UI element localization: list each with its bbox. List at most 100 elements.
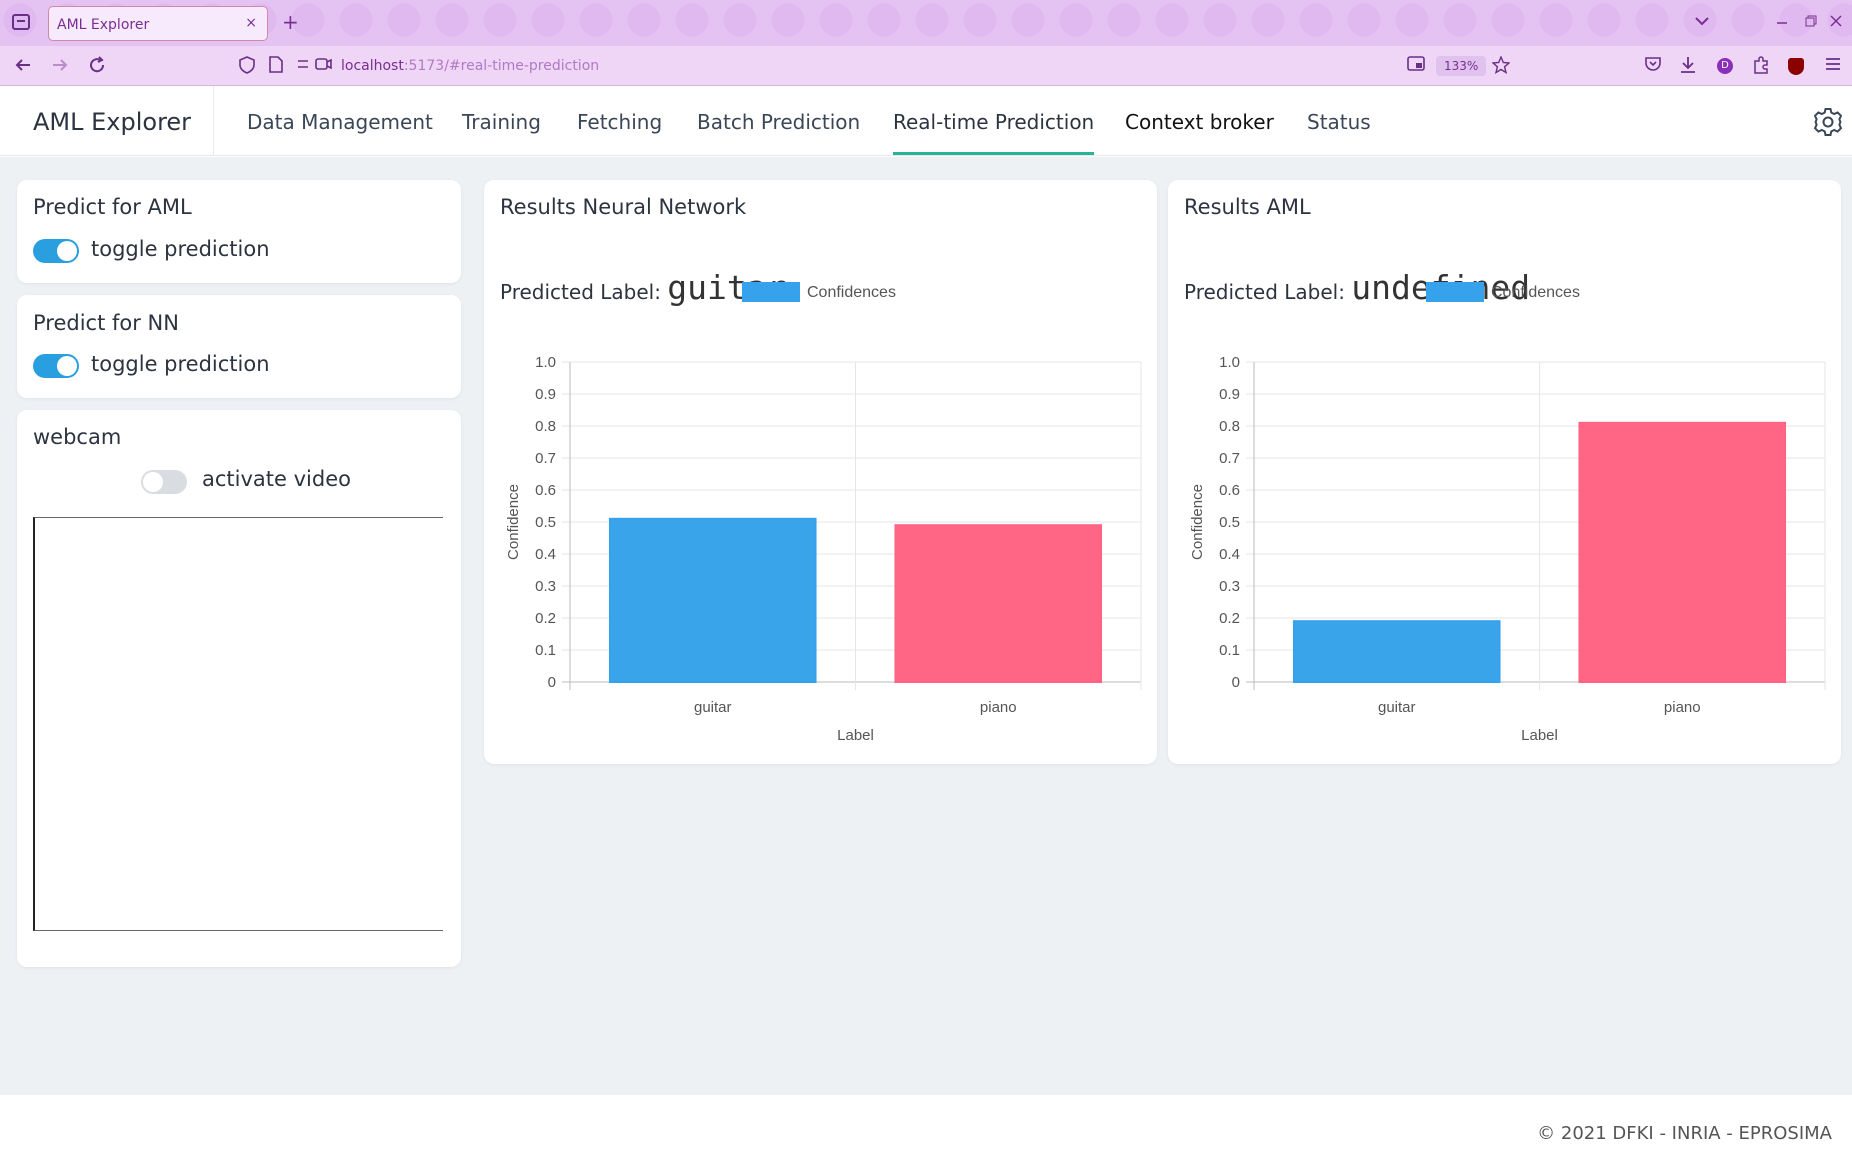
activate-video-toggle[interactable] bbox=[141, 470, 187, 494]
url-host: localhost bbox=[341, 58, 404, 74]
y-tick-label: 0.7 bbox=[535, 450, 556, 467]
y-tick-label: 0.1 bbox=[1219, 642, 1240, 659]
x-tick-label: piano bbox=[980, 699, 1017, 716]
y-tick-label: 0.3 bbox=[535, 578, 556, 595]
app-header: AML Explorer Data Management Training Fe… bbox=[0, 86, 1852, 156]
y-tick-label: 1.0 bbox=[1219, 354, 1240, 371]
forward-arrow-icon[interactable] bbox=[51, 56, 69, 79]
permissions-icon[interactable] bbox=[296, 56, 332, 77]
y-tick-label: 0.6 bbox=[1219, 482, 1240, 499]
x-tick-label: piano bbox=[1664, 699, 1701, 716]
activate-video-label: activate video bbox=[202, 467, 351, 491]
browser-navbar: localhost:5173/#real-time-prediction 133… bbox=[0, 46, 1852, 86]
x-axis-title: Label bbox=[1521, 727, 1558, 744]
y-axis-title: Confidence bbox=[505, 484, 522, 560]
url-path: :5173/#real-time-prediction bbox=[403, 58, 600, 74]
tracking-shield-icon[interactable] bbox=[239, 56, 255, 79]
nav-context-broker[interactable]: Context broker bbox=[1125, 110, 1274, 134]
back-arrow-icon[interactable] bbox=[14, 56, 32, 79]
results-aml-title: Results AML bbox=[1184, 195, 1311, 219]
y-tick-label: 0.4 bbox=[1219, 546, 1240, 563]
legend-swatch bbox=[742, 282, 800, 302]
page-info-icon[interactable] bbox=[269, 56, 283, 78]
main-content: Predict for AML toggle prediction Predic… bbox=[0, 157, 1852, 1095]
x-axis-title: Label bbox=[837, 727, 874, 744]
ublock-shield-icon[interactable] bbox=[1788, 58, 1804, 75]
webcam-video bbox=[33, 517, 443, 931]
bar-piano bbox=[894, 524, 1103, 684]
bookmark-star-icon[interactable] bbox=[1491, 55, 1511, 79]
close-window-icon[interactable] bbox=[1830, 12, 1842, 31]
legend-label: Confidences bbox=[807, 284, 896, 301]
predict-aml-card: Predict for AML toggle prediction bbox=[17, 180, 461, 283]
predict-aml-title: Predict for AML bbox=[33, 195, 192, 219]
nav-fetching[interactable]: Fetching bbox=[577, 110, 662, 134]
nav-real-time-prediction[interactable]: Real-time Prediction bbox=[893, 110, 1095, 155]
app-brand[interactable]: AML Explorer bbox=[33, 108, 191, 136]
minimize-icon[interactable] bbox=[1776, 12, 1788, 31]
downloads-icon[interactable] bbox=[1680, 56, 1696, 79]
y-tick-label: 0.5 bbox=[1219, 514, 1240, 531]
hamburger-menu-icon[interactable] bbox=[1825, 56, 1841, 76]
bar-guitar bbox=[608, 517, 817, 683]
y-tick-label: 0.5 bbox=[535, 514, 556, 531]
predict-nn-toggle-label: toggle prediction bbox=[91, 352, 270, 376]
webcam-title: webcam bbox=[33, 425, 122, 449]
tab-overflow-chevron-icon[interactable] bbox=[1694, 12, 1710, 31]
y-tick-label: 0.8 bbox=[535, 418, 556, 435]
y-tick-label: 0.3 bbox=[1219, 578, 1240, 595]
legend-label: Confidences bbox=[1491, 284, 1580, 301]
tab-list-icon[interactable] bbox=[12, 14, 30, 30]
nav-batch-prediction[interactable]: Batch Prediction bbox=[697, 110, 860, 134]
nav-data-management[interactable]: Data Management bbox=[247, 110, 433, 134]
restore-icon[interactable] bbox=[1805, 12, 1817, 31]
predict-aml-toggle[interactable] bbox=[33, 239, 79, 263]
predict-nn-title: Predict for NN bbox=[33, 311, 179, 335]
predict-nn-toggle[interactable] bbox=[33, 354, 79, 378]
browser-tab[interactable]: AML Explorer × bbox=[48, 6, 268, 41]
results-aml-card: Results AML Predicted Label: undefined C… bbox=[1168, 180, 1841, 764]
settings-gear-icon[interactable] bbox=[1812, 106, 1844, 142]
results-nn-title: Results Neural Network bbox=[500, 195, 747, 219]
y-tick-label: 0.9 bbox=[1219, 386, 1240, 403]
y-tick-label: 1.0 bbox=[535, 354, 556, 371]
pocket-icon[interactable] bbox=[1644, 56, 1662, 77]
browser-titlebar: AML Explorer × + bbox=[0, 0, 1852, 46]
y-tick-label: 0 bbox=[1232, 674, 1240, 691]
y-tick-label: 0.4 bbox=[535, 546, 556, 563]
bar-guitar bbox=[1292, 620, 1501, 684]
nav-status[interactable]: Status bbox=[1307, 110, 1371, 134]
nn-confidence-chart: Confidences 0 0.1 0.2 0.3 0.4 0.5 0.6 0.7 0.8 0.9 1… bbox=[505, 282, 1142, 744]
y-tick-label: 0.2 bbox=[535, 610, 556, 627]
bar-piano bbox=[1578, 421, 1787, 684]
profile-avatar-icon[interactable]: D bbox=[1717, 58, 1733, 74]
url-bar[interactable]: localhost:5173/#real-time-prediction bbox=[341, 58, 599, 74]
y-tick-label: 0.8 bbox=[1219, 418, 1240, 435]
y-tick-label: 0.6 bbox=[535, 482, 556, 499]
zoom-level[interactable]: 133% bbox=[1436, 56, 1487, 76]
nav-training[interactable]: Training bbox=[462, 110, 541, 134]
footer-copyright: © 2021 DFKI - INRIA - EPROSIMA bbox=[1537, 1123, 1832, 1144]
y-tick-label: 0 bbox=[548, 674, 556, 691]
page-footer: © 2021 DFKI - INRIA - EPROSIMA bbox=[0, 1095, 1852, 1169]
extensions-puzzle-icon[interactable] bbox=[1752, 56, 1770, 79]
webcam-card: webcam activate video bbox=[17, 410, 461, 967]
y-tick-label: 0.2 bbox=[1219, 610, 1240, 627]
results-nn-card: Results Neural Network Predicted Label: … bbox=[484, 180, 1157, 764]
close-tab-icon[interactable]: × bbox=[245, 15, 257, 31]
browser-tab-title: AML Explorer bbox=[57, 17, 150, 33]
predict-aml-toggle-label: toggle prediction bbox=[91, 237, 270, 261]
y-tick-label: 0.7 bbox=[1219, 450, 1240, 467]
y-tick-label: 0.9 bbox=[535, 386, 556, 403]
y-axis-title: Confidence bbox=[1189, 484, 1206, 560]
reload-icon[interactable] bbox=[88, 56, 106, 79]
picture-in-picture-icon[interactable] bbox=[1407, 56, 1425, 77]
x-tick-label: guitar bbox=[694, 699, 732, 716]
brand-divider bbox=[213, 86, 214, 156]
new-tab-button[interactable]: + bbox=[282, 10, 299, 34]
aml-confidence-chart: Confidences 0 0.1 0.2 0.3 0.4 0.5 0.6 0.7 0.8 0.9 1… bbox=[1189, 282, 1826, 744]
x-tick-label: guitar bbox=[1378, 699, 1416, 716]
legend-swatch bbox=[1426, 282, 1484, 302]
y-tick-label: 0.1 bbox=[535, 642, 556, 659]
predict-nn-card: Predict for NN toggle prediction bbox=[17, 295, 461, 398]
